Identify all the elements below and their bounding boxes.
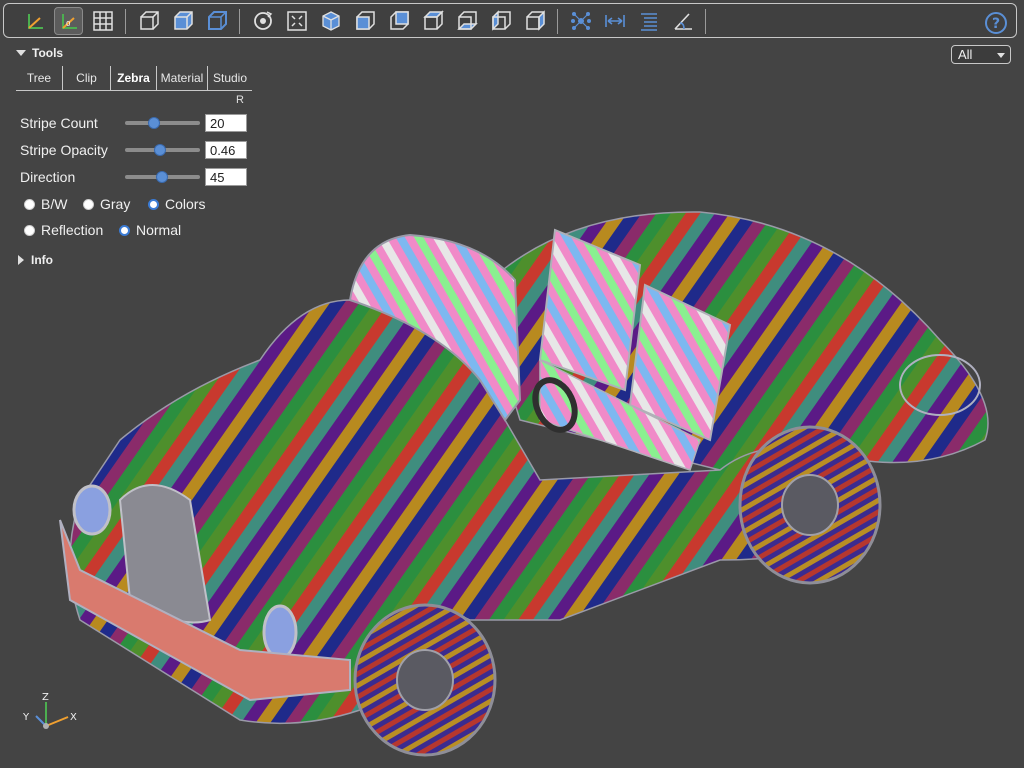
radio-button[interactable] — [24, 224, 35, 236]
properties-icon[interactable] — [634, 7, 663, 35]
chevron-down-icon — [997, 53, 1005, 58]
transparent-icon[interactable] — [202, 7, 231, 35]
radio-button[interactable] — [24, 198, 35, 210]
tab-studio[interactable]: Studio — [207, 66, 252, 90]
orientation-axes-icon: Z X Y — [22, 692, 77, 729]
direction-label: Direction — [20, 169, 76, 185]
stripe-opacity-slider[interactable] — [125, 144, 200, 156]
axes-icon[interactable] — [20, 7, 49, 35]
svg-text:0: 0 — [66, 20, 70, 28]
toolbar-divider — [239, 9, 240, 34]
info-label: Info — [31, 253, 53, 267]
slider-thumb[interactable] — [148, 117, 160, 129]
direction-input[interactable]: 45 — [205, 168, 247, 186]
radio-label: Colors — [165, 196, 206, 212]
info-section-header[interactable]: Info — [18, 253, 53, 267]
radio-button[interactable] — [119, 224, 130, 236]
top-view-icon[interactable] — [418, 7, 447, 35]
front-view-icon[interactable] — [350, 7, 379, 35]
tab-zebra[interactable]: Zebra — [110, 66, 156, 90]
axis-y-label: Y — [22, 712, 30, 723]
stripe-count-input[interactable]: 20 — [205, 114, 247, 132]
tools-panel-title: Tools — [32, 46, 64, 60]
slider-thumb[interactable] — [154, 144, 166, 156]
axes-origin-icon[interactable]: 0 — [54, 7, 83, 35]
svg-text:?: ? — [991, 16, 999, 32]
direction-slider[interactable] — [125, 171, 200, 183]
radio-label: Normal — [136, 222, 182, 238]
axis-z-label: Z — [42, 692, 49, 703]
visibility-filter-select[interactable]: All — [951, 45, 1011, 64]
radio-label: B/W — [41, 196, 68, 212]
radio-label: Gray — [100, 196, 131, 212]
color-mode-bw[interactable]: B/W — [24, 196, 67, 212]
stripe-opacity-label: Stripe Opacity — [20, 142, 108, 158]
select-value: All — [958, 47, 973, 62]
ortho-icon[interactable] — [168, 7, 197, 35]
mapping-mode-normal[interactable]: Normal — [119, 222, 181, 238]
grid-icon[interactable] — [88, 7, 117, 35]
collapse-triangle-icon — [16, 50, 26, 56]
iso-view-icon[interactable] — [316, 7, 345, 35]
perspective-icon[interactable] — [134, 7, 163, 35]
axis-x-label: X — [70, 712, 77, 723]
toolbar-divider — [705, 9, 706, 34]
fit-icon[interactable] — [282, 7, 311, 35]
slider-thumb[interactable] — [156, 171, 168, 183]
measure-icon[interactable] — [600, 7, 629, 35]
3d-viewport[interactable] — [0, 0, 1024, 768]
reverse-label[interactable]: R — [236, 94, 244, 106]
color-mode-colors[interactable]: Colors — [148, 196, 205, 212]
radio-button[interactable] — [83, 198, 94, 210]
help-icon[interactable]: ? — [981, 9, 1010, 37]
bottom-view-icon[interactable] — [452, 7, 481, 35]
tools-panel-header[interactable]: Tools — [16, 46, 63, 60]
reset-view-icon[interactable] — [248, 7, 277, 35]
angle-icon[interactable] — [668, 7, 697, 35]
tools-tab-bar: Tree Clip Zebra Material Studio — [16, 66, 252, 91]
color-mode-gray[interactable]: Gray — [83, 196, 130, 212]
radio-button[interactable] — [148, 198, 159, 210]
explode-icon[interactable] — [566, 7, 595, 35]
stripe-count-label: Stripe Count — [20, 115, 98, 131]
toolbar-divider — [557, 9, 558, 34]
expand-triangle-icon — [18, 255, 24, 265]
left-view-icon[interactable] — [486, 7, 515, 35]
toolbar-divider — [125, 9, 126, 34]
radio-label: Reflection — [41, 222, 104, 238]
right-view-icon[interactable] — [520, 7, 549, 35]
stripe-count-slider[interactable] — [125, 117, 200, 129]
main-toolbar: 0 ? — [3, 3, 1017, 38]
stripe-opacity-input[interactable]: 0.46 — [205, 141, 247, 159]
tab-clip[interactable]: Clip — [62, 66, 110, 90]
rear-view-icon[interactable] — [384, 7, 413, 35]
tab-tree[interactable]: Tree — [16, 66, 62, 90]
tab-material[interactable]: Material — [156, 66, 207, 90]
mapping-mode-reflection[interactable]: Reflection — [24, 222, 103, 238]
